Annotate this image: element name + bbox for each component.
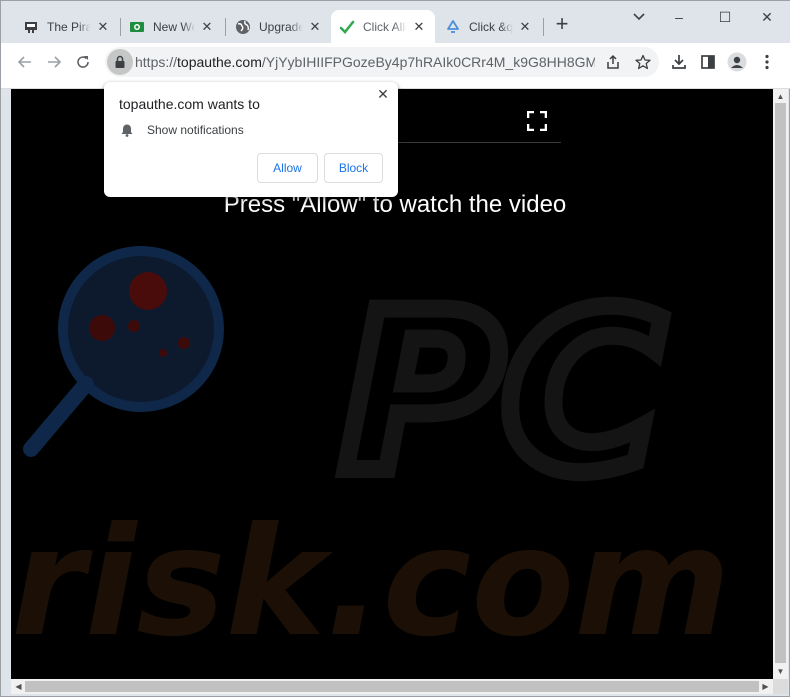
close-window-button[interactable]: ✕ <box>752 7 782 27</box>
address-bar[interactable]: https://topauthe.com/YjYybIHIIFPGozeBy4p… <box>105 47 659 77</box>
scroll-left-icon[interactable]: ◀ <box>14 682 23 691</box>
tab-new-welcome[interactable]: New Wel ✕ <box>121 10 223 43</box>
tab-close-icon[interactable]: ✕ <box>517 19 533 35</box>
lock-icon[interactable] <box>107 49 133 75</box>
tab-click-allow[interactable]: Click Allo ✕ <box>331 10 435 43</box>
watermark-text: risk.com <box>11 496 731 670</box>
block-button[interactable]: Block <box>324 153 383 183</box>
tab-pirate[interactable]: The Pirat ✕ <box>15 10 119 43</box>
scroll-up-icon[interactable]: ▲ <box>776 92 785 101</box>
popup-close-icon[interactable]: ✕ <box>373 84 393 104</box>
maximize-button[interactable]: ☐ <box>710 7 740 27</box>
star-icon[interactable] <box>633 52 653 72</box>
scrollbar-corner <box>773 679 788 694</box>
side-panel-icon[interactable] <box>698 52 718 72</box>
tab-separator <box>543 18 544 36</box>
money-icon <box>129 19 145 35</box>
scroll-right-icon[interactable]: ▶ <box>761 682 770 691</box>
url-scheme: https:// <box>135 54 178 70</box>
url-host: topauthe.com <box>177 54 262 70</box>
popup-title: topauthe.com wants to <box>119 96 260 112</box>
globe-icon <box>235 19 251 35</box>
scroll-down-icon[interactable]: ▼ <box>776 667 785 676</box>
url-path: /YjYybIHIIFPGozeBy4p7hRAIk0CRr4M_k9G8HH8… <box>261 54 595 70</box>
horizontal-scroll-thumb[interactable] <box>25 681 759 692</box>
recycle-icon <box>445 19 461 35</box>
tab-title: New Wel <box>153 19 195 34</box>
watermark-logo: PC <box>341 265 664 521</box>
tab-title: Upgrade <box>259 19 303 34</box>
menu-kebab-icon[interactable] <box>757 52 777 72</box>
forward-button[interactable] <box>42 50 66 74</box>
tab-click-quote[interactable]: Click &qu ✕ <box>437 10 541 43</box>
toolbar: https://topauthe.com/YjYybIHIIFPGozeBy4p… <box>1 43 790 81</box>
fullscreen-icon[interactable] <box>527 111 547 131</box>
tab-strip: The Pirat ✕ New Wel ✕ Upgrade ✕ Click Al… <box>1 1 790 43</box>
arrow-left-icon <box>17 56 31 68</box>
chevron-down-icon[interactable] <box>624 7 654 27</box>
permission-row: Show notifications <box>119 122 244 138</box>
tab-close-icon[interactable]: ✕ <box>199 19 215 35</box>
tab-close-icon[interactable]: ✕ <box>95 19 111 35</box>
tab-upgrade[interactable]: Upgrade ✕ <box>227 10 331 43</box>
share-icon[interactable] <box>603 52 623 72</box>
bell-icon <box>119 122 135 138</box>
tab-close-icon[interactable]: ✕ <box>411 19 427 35</box>
tab-title: Click &qu <box>469 19 513 34</box>
profile-avatar-icon[interactable] <box>727 52 747 72</box>
tab-title: The Pirat <box>47 19 91 34</box>
notification-permission-popup: topauthe.com wants to ✕ Show notificatio… <box>104 82 398 197</box>
checkmark-icon <box>339 19 355 35</box>
vertical-scrollbar[interactable]: ▲ ▼ <box>773 89 788 679</box>
url-text[interactable]: https://topauthe.com/YjYybIHIIFPGozeBy4p… <box>135 54 595 70</box>
back-button[interactable] <box>13 50 37 74</box>
reload-button[interactable] <box>71 50 95 74</box>
pirate-icon <box>23 19 39 35</box>
browser-window: The Pirat ✕ New Wel ✕ Upgrade ✕ Click Al… <box>0 0 790 697</box>
permission-label: Show notifications <box>147 123 244 137</box>
allow-button[interactable]: Allow <box>257 153 318 183</box>
vertical-scroll-thumb[interactable] <box>775 103 786 663</box>
reload-icon <box>77 56 89 68</box>
new-tab-button[interactable]: + <box>552 13 572 35</box>
tab-close-icon[interactable]: ✕ <box>307 19 323 35</box>
arrow-right-icon <box>48 56 62 68</box>
horizontal-scrollbar[interactable]: ◀ ▶ <box>11 679 773 694</box>
tab-title: Click Allo <box>363 19 407 34</box>
tab-separator <box>225 18 226 36</box>
minimize-button[interactable]: – <box>664 7 694 27</box>
download-icon[interactable] <box>669 52 689 72</box>
